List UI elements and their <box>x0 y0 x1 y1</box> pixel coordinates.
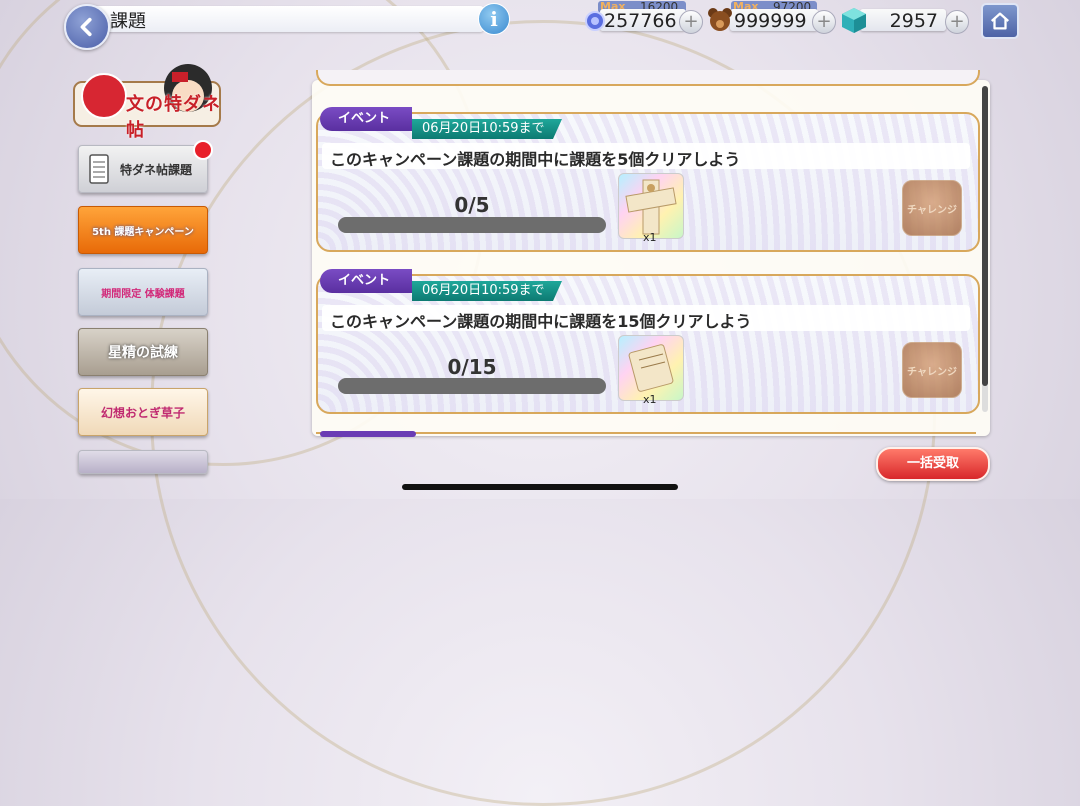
resource-value: 2957 <box>889 10 938 32</box>
mission-description: このキャンペーン課題の期間中に課題を5個クリアしよう <box>330 150 741 169</box>
event-tag: イベント <box>320 269 412 293</box>
ticket-cross-icon <box>625 179 677 235</box>
reward-item[interactable] <box>618 335 684 401</box>
event-tag-partial <box>320 431 416 437</box>
sidebar-item-label: 特ダネ帖課題 <box>119 162 192 177</box>
card-partial-top <box>316 70 980 86</box>
title-bar <box>96 6 484 32</box>
sidebar-item-5th-campaign[interactable]: 5th 課題キャンペーン <box>78 206 208 254</box>
mission-description: このキャンペーン課題の期間中に課題を15個クリアしよう <box>330 312 752 331</box>
home-button[interactable] <box>981 3 1019 39</box>
tokudane-logo: 文の特ダネ帖 <box>72 40 224 141</box>
green-cube-icon <box>842 8 866 33</box>
sidebar-item-star-trial[interactable]: 星精の試練 <box>78 328 208 376</box>
challenge-button[interactable]: チャレンジ <box>902 180 962 236</box>
deadline-label: 06月20日10:59まで <box>412 119 562 139</box>
bear-icon <box>708 8 732 31</box>
reward-item[interactable] <box>618 173 684 239</box>
add-gem-button[interactable]: + <box>945 10 969 34</box>
event-tag: イベント <box>320 107 412 131</box>
notification-badge <box>193 140 213 160</box>
info-button[interactable]: i <box>478 3 510 35</box>
resource-value: 257766 <box>604 10 677 32</box>
sidebar-item-tokudane[interactable]: 特ダネ帖課題 <box>78 140 213 193</box>
scrollbar-thumb[interactable] <box>982 86 988 386</box>
progress-bar <box>338 378 606 394</box>
logo-text: 文の特ダネ帖 <box>126 94 221 141</box>
sidebar-item-label: 期間限定 体験課題 <box>101 288 185 300</box>
sidebar-item-label: 5th 課題キャンペーン <box>92 226 194 238</box>
add-stamina-button[interactable]: + <box>812 10 836 34</box>
notebook-icon <box>89 154 109 184</box>
progress-text: 0/5 <box>454 193 490 217</box>
reward-quantity: x1 <box>643 231 657 244</box>
sidebar-item-more[interactable] <box>78 450 208 474</box>
sidebar-item-label: 幻想おとぎ草子 <box>100 405 185 420</box>
reward-quantity: x1 <box>643 393 657 406</box>
sidebar-item-label: 星精の試練 <box>108 345 178 361</box>
home-icon <box>990 12 1010 30</box>
progress-bar <box>338 217 606 233</box>
sidebar-item-trial[interactable]: 期間限定 体験課題 <box>78 268 208 316</box>
resource-value: 999999 <box>734 10 807 32</box>
home-indicator[interactable] <box>402 484 678 490</box>
challenge-button[interactable]: チャレンジ <box>902 342 962 398</box>
ticket-scroll-icon <box>628 344 674 392</box>
add-jewel-button[interactable]: + <box>679 10 703 34</box>
bulk-receive-button[interactable]: 一括受取 <box>876 447 990 481</box>
deadline-label: 06月20日10:59まで <box>412 281 562 301</box>
progress-text: 0/15 <box>447 355 497 379</box>
sidebar-item-fairytale[interactable]: 幻想おとぎ草子 <box>78 388 208 436</box>
back-arrow-icon <box>80 17 92 37</box>
page-title: 課題 <box>110 11 146 32</box>
blue-orb-icon <box>585 11 605 31</box>
